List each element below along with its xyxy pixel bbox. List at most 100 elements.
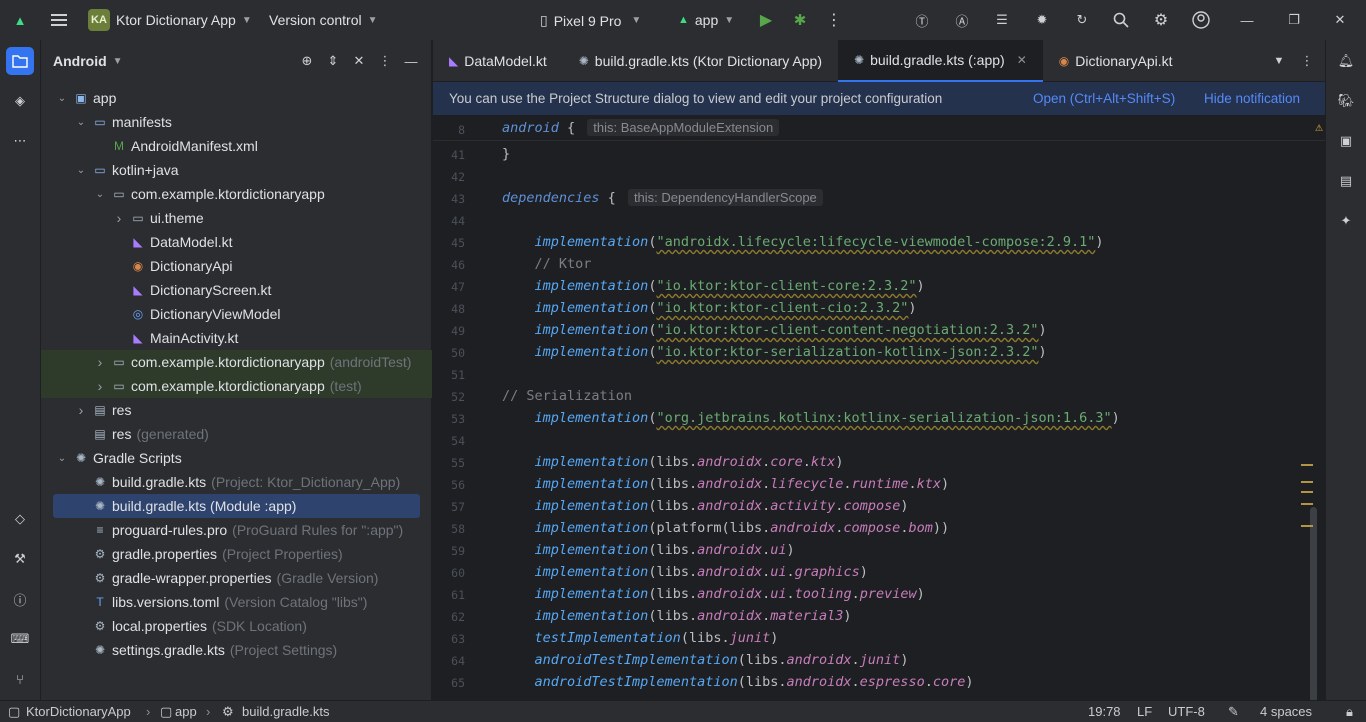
indent-setting[interactable]: 4 spaces [1260, 704, 1312, 719]
gemini-icon[interactable]: ◇ [6, 505, 34, 533]
run-icon[interactable]: ▶ [752, 6, 780, 34]
bug-icon[interactable]: ✹ [1028, 6, 1056, 34]
project-folder-icon[interactable] [6, 47, 34, 75]
search-icon[interactable] [1107, 6, 1135, 34]
tree-item[interactable]: ✺ settings.gradle.kts (Project Settings) [41, 638, 432, 662]
status-bar: ▢ KtorDictionaryApp › ▢ app › ⚙ build.gr… [0, 700, 1366, 722]
device-manager-icon[interactable]: ▣ [1332, 127, 1360, 155]
tree-item[interactable]: ⌄ ▭ com.example.ktordictionaryapp [41, 182, 432, 206]
tree-item[interactable]: ✺ build.gradle.kts (Project: Ktor_Dictiona… [41, 470, 432, 494]
tabs-more-icon[interactable]: ⋮ [1293, 47, 1321, 75]
warning-marker[interactable] [1301, 464, 1313, 466]
close-window-icon[interactable]: ✕ [1326, 6, 1354, 34]
tree-item[interactable]: Tlibs.versions.toml (Version Catalog "lib… [41, 590, 432, 614]
more-tools-icon[interactable]: ⋯ [6, 127, 34, 155]
chevron-down-icon[interactable]: ⌄ [74, 165, 88, 176]
account-icon[interactable] [1187, 6, 1215, 34]
expand-all-icon[interactable]: ⇕ [319, 47, 347, 75]
structure-icon[interactable]: ☰ [988, 6, 1016, 34]
vcs-selector[interactable]: Version control ▼ [269, 12, 378, 28]
debug-icon[interactable]: ✱ [786, 6, 814, 34]
file-encoding[interactable]: UTF-8 [1168, 704, 1205, 719]
tree-item[interactable]: ⚙ local.properties (SDK Location) [41, 614, 432, 638]
warning-icon[interactable]: ⚠ [1315, 120, 1323, 135]
warning-marker[interactable] [1301, 525, 1313, 527]
project-selector[interactable]: KA Ktor Dictionary App ▼ [88, 9, 252, 31]
chevron-down-icon[interactable]: ⌄ [93, 189, 107, 200]
notifications-bell-icon[interactable]: 🔔︎ [1332, 47, 1360, 75]
minimize-icon[interactable]: — [1233, 6, 1261, 34]
spellcheck-icon[interactable]: Ⓐ [948, 6, 976, 34]
tree-item[interactable]: › ▭ com.example.ktordictionaryapp (androidT… [41, 350, 432, 374]
ai-sparkle-icon[interactable]: ✦ [1332, 207, 1360, 235]
chevron-down-icon[interactable]: ⌄ [55, 453, 69, 464]
tree-item[interactable]: ⌄ ▭ manifests [41, 110, 432, 134]
run-config-selector[interactable]: ▲ app ▼ [678, 12, 734, 28]
locate-icon[interactable]: ⊕ [293, 47, 321, 75]
translate-icon[interactable]: Ⓣ [908, 6, 936, 34]
breadcrumb-file[interactable]: build.gradle.kts [242, 704, 329, 719]
chevron-right-icon[interactable]: › [93, 354, 107, 370]
terminal-icon[interactable]: ⌨ [6, 625, 34, 653]
editor-tab[interactable]: ◉ DictionaryApi.kt [1043, 40, 1189, 82]
device-selector[interactable]: ▯ Pixel 9 Pro ▼ [540, 12, 641, 29]
open-project-structure-link[interactable]: Open (Ctrl+Alt+Shift+S) [1033, 91, 1175, 106]
tree-item[interactable]: ≡ proguard-rules.pro (ProGuard Rules for "… [41, 518, 432, 542]
lock-icon[interactable]: 🔒︎ [1346, 704, 1353, 720]
chevron-down-icon[interactable]: ⌄ [55, 93, 69, 104]
chevron-down-icon[interactable]: ⌄ [74, 117, 88, 128]
tree-item[interactable]: ⚙ gradle-wrapper.properties (Gradle Versio… [41, 566, 432, 590]
sync-icon[interactable]: ↻ [1068, 6, 1096, 34]
hide-panel-icon[interactable]: — [397, 47, 425, 75]
tree-item[interactable]: ⚙ gradle.properties (Project Properties) [41, 542, 432, 566]
resource-manager-icon[interactable]: ◈ [6, 87, 34, 115]
problems-icon[interactable]: ⓘ [6, 585, 34, 613]
tree-item[interactable]: ▤ res (generated) [41, 422, 432, 446]
code-line: implementation(libs.androidx.ui.graphics… [534, 564, 868, 580]
tree-item[interactable]: ◣ MainActivity.kt [41, 326, 432, 350]
code-line: implementation("io.ktor:ktor-client-cio:… [534, 300, 917, 316]
running-devices-icon[interactable]: ▤ [1332, 167, 1360, 195]
settings-gear-icon[interactable]: ⚙ [1147, 6, 1175, 34]
tree-item[interactable]: ◣ DataModel.kt [41, 230, 432, 254]
tree-item[interactable]: ⌄ ▣ app [41, 86, 432, 110]
editor-tab[interactable]: ✺ build.gradle.kts (:app) ✕ [838, 39, 1043, 82]
warning-marker[interactable] [1301, 481, 1313, 483]
tree-item[interactable]: › ▭ ui.theme [41, 206, 432, 230]
tabs-dropdown-icon[interactable]: ▼ [1265, 47, 1293, 75]
chevron-down-icon: ▼ [112, 55, 123, 67]
gradle-icon[interactable]: 🐘︎ [1332, 87, 1360, 115]
main-menu-icon[interactable] [45, 6, 73, 34]
line-separator[interactable]: LF [1137, 704, 1152, 719]
panel-options-icon[interactable]: ⋮ [371, 47, 399, 75]
build-icon[interactable]: ⚒ [6, 545, 34, 573]
tree-item[interactable]: M AndroidManifest.xml [41, 134, 432, 158]
maximize-icon[interactable]: ❐ [1280, 6, 1308, 34]
tree-item[interactable]: ◣ DictionaryScreen.kt [41, 278, 432, 302]
tree-item[interactable]: › ▭ com.example.ktordictionaryapp (test) [41, 374, 432, 398]
tree-item[interactable]: ✺ build.gradle.kts (Module :app) [53, 494, 420, 518]
breadcrumb-module[interactable]: app [175, 704, 197, 719]
tree-item[interactable]: ⌄ ✺ Gradle Scripts [41, 446, 432, 470]
chevron-right-icon[interactable]: › [112, 210, 126, 226]
close-tab-icon[interactable]: ✕ [1017, 53, 1027, 67]
more-actions-icon[interactable]: ⋮ [820, 6, 848, 34]
chevron-right-icon[interactable]: › [74, 402, 88, 418]
tree-item[interactable]: ◉ DictionaryApi [41, 254, 432, 278]
hide-notification-link[interactable]: Hide notification [1204, 91, 1300, 106]
chevron-right-icon[interactable]: › [93, 378, 107, 394]
git-branch-icon[interactable]: ⑂ [6, 665, 34, 693]
code-area[interactable]: 8 android { this: BaseAppModuleExtension… [433, 117, 1325, 702]
tree-item[interactable]: ◎ DictionaryViewModel [41, 302, 432, 326]
editor-tab[interactable]: ◣ DataModel.kt [433, 40, 563, 82]
tree-item[interactable]: ⌄ ▭ kotlin+java [41, 158, 432, 182]
breadcrumb-project[interactable]: KtorDictionaryApp [26, 704, 131, 719]
read-only-toggle-icon[interactable]: ✎ [1228, 704, 1239, 720]
warning-marker[interactable] [1301, 491, 1313, 493]
tree-item[interactable]: › ▤ res [41, 398, 432, 422]
editor-scrollbar[interactable] [1310, 507, 1317, 702]
collapse-all-icon[interactable]: ✕ [345, 47, 373, 75]
warning-marker[interactable] [1301, 503, 1313, 505]
editor-tab[interactable]: ✺ build.gradle.kts (Ktor Dictionary App) [563, 40, 838, 82]
cursor-position[interactable]: 19:78 [1088, 704, 1121, 719]
